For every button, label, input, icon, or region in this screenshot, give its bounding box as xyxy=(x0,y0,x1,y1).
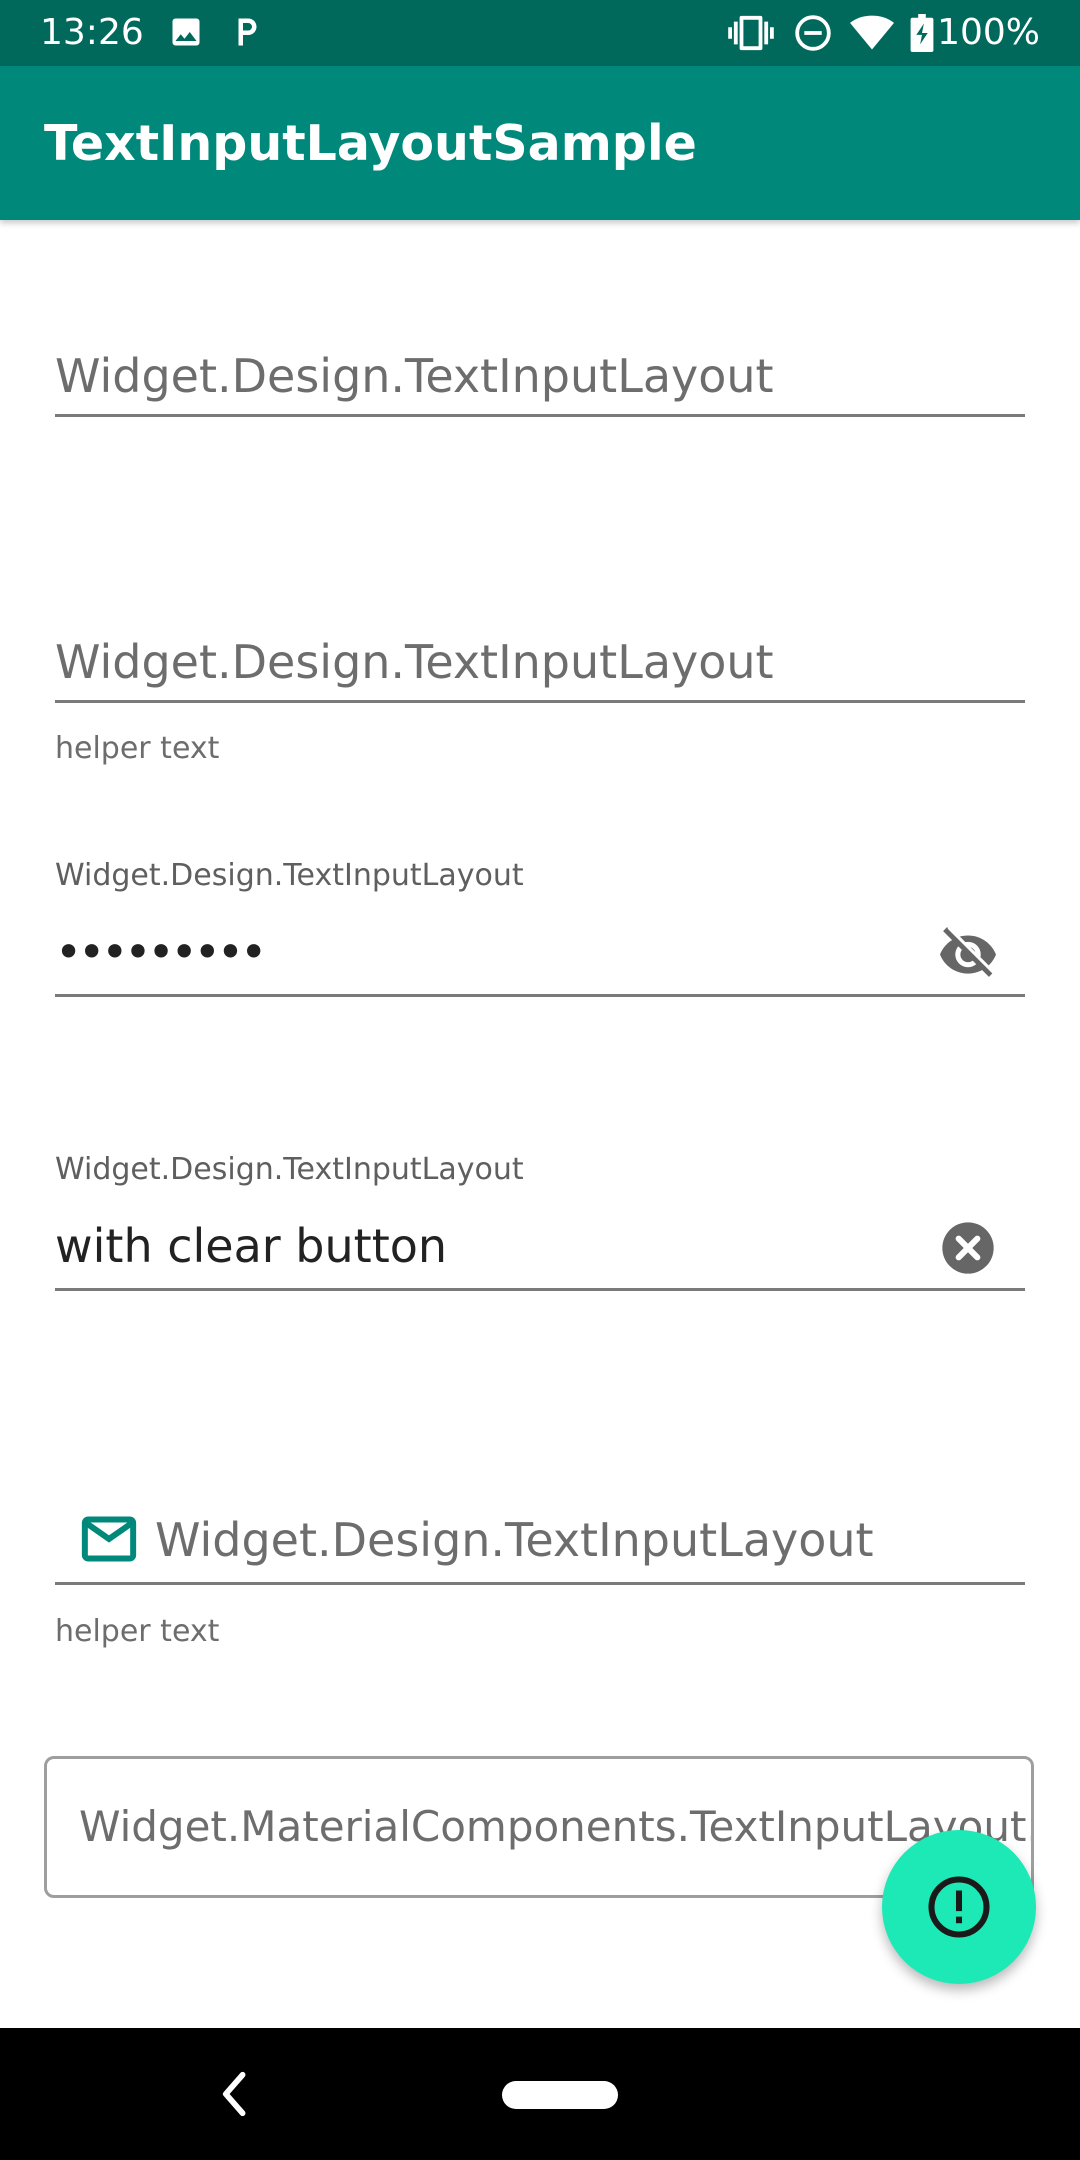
clearable-input[interactable]: Widget.Design.TextInputLayout with clear… xyxy=(55,1152,1025,1292)
app-title: TextInputLayoutSample xyxy=(44,115,697,172)
floating-action-button[interactable] xyxy=(882,1830,1036,1984)
outlined-text-input[interactable]: Widget.MaterialComponents.TextInputLayou… xyxy=(44,1756,1034,1898)
do-not-disturb-icon xyxy=(794,14,832,56)
battery-charging-icon xyxy=(910,14,934,56)
helper-text: helper text xyxy=(55,731,220,766)
text-input-design-2[interactable]: Widget.Design.TextInputLayout xyxy=(55,624,1025,704)
password-value: ••••••••• xyxy=(55,925,267,979)
helper-text: helper text xyxy=(55,1614,220,1649)
home-pill[interactable] xyxy=(502,2081,618,2109)
floating-label: Widget.Design.TextInputLayout xyxy=(55,1152,524,1187)
status-time: 13:26 xyxy=(40,12,144,53)
vibrate-icon xyxy=(728,14,774,56)
field-hint: Widget.Design.TextInputLayout xyxy=(55,635,774,689)
floating-label: Widget.Design.TextInputLayout xyxy=(55,858,524,893)
parking-icon xyxy=(228,14,264,54)
input-value: with clear button xyxy=(55,1219,448,1273)
error-icon xyxy=(928,1876,990,1938)
back-icon[interactable] xyxy=(218,2070,248,2122)
battery-percentage: 100% xyxy=(937,12,1040,53)
field-underline xyxy=(55,700,1025,703)
field-underline xyxy=(55,414,1025,417)
app-bar: TextInputLayoutSample xyxy=(0,66,1080,220)
field-hint: Widget.MaterialComponents.TextInputLayou… xyxy=(79,1802,1034,1851)
navigation-bar xyxy=(0,2028,1080,2160)
password-input[interactable]: Widget.Design.TextInputLayout ••••••••• xyxy=(55,858,1025,998)
clear-icon[interactable] xyxy=(940,1220,996,1280)
field-hint: Widget.Design.TextInputLayout xyxy=(55,349,774,403)
field-hint: Widget.Design.TextInputLayout xyxy=(155,1513,874,1567)
field-underline xyxy=(55,1582,1025,1585)
field-underline xyxy=(55,994,1025,997)
text-input-design-1[interactable]: Widget.Design.TextInputLayout xyxy=(55,338,1025,418)
wifi-icon xyxy=(850,14,894,56)
field-underline xyxy=(55,1288,1025,1291)
text-input-with-icon[interactable]: Widget.Design.TextInputLayout xyxy=(55,1502,1025,1585)
image-icon xyxy=(168,14,204,54)
mail-icon xyxy=(81,1516,137,1566)
visibility-off-icon[interactable] xyxy=(937,924,999,984)
status-bar: 13:26 100% xyxy=(0,0,1080,66)
